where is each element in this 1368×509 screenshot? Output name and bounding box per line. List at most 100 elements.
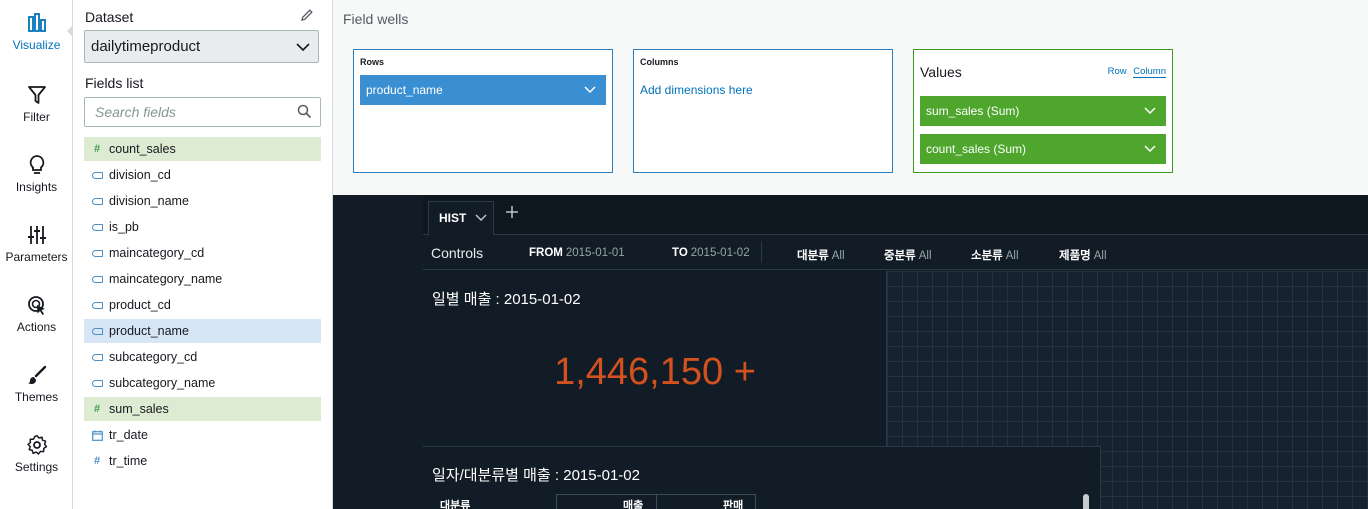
field-name: tr_date [109, 428, 148, 442]
table-title: 일자/대분류별 매출 : 2015-01-02 [432, 467, 640, 484]
control-from[interactable]: FROM 2015-01-01 [529, 247, 625, 259]
brush-icon [27, 365, 46, 384]
table-scrollbar[interactable] [1083, 494, 1089, 509]
field-item-maincategory-cd[interactable]: maincategory_cd [84, 241, 321, 265]
control-value: All [918, 250, 932, 262]
add-sheet-icon[interactable] [505, 205, 519, 219]
columns-well[interactable]: Columns Add dimensions here [633, 49, 893, 173]
rail-settings[interactable]: Settings [0, 434, 73, 474]
rail-item-label: Settings [14, 460, 59, 474]
sheet-tab-label: HIST [439, 211, 467, 225]
values-field-pill[interactable]: count_sales (Sum) [920, 134, 1166, 164]
measure-hash-icon: # [93, 403, 101, 415]
sheet-tab-hist[interactable]: HIST [428, 201, 494, 235]
field-item-subcategory-cd[interactable]: subcategory_cd [84, 345, 321, 369]
chevron-down-icon[interactable] [584, 85, 596, 95]
dataset-value: dailytimeproduct [91, 38, 201, 55]
left-nav-rail: Visualize Filter Insights Parameters Act… [0, 0, 74, 509]
values-well[interactable]: Values Row Column sum_sales (Sum) count_… [913, 49, 1173, 173]
dimension-tag-icon [90, 345, 104, 369]
control-to[interactable]: TO 2015-01-02 [672, 247, 750, 259]
rows-field-name: product_name [366, 83, 443, 97]
dimension-tag-icon [90, 241, 104, 265]
row-column-toggle: Row Column [1108, 66, 1166, 78]
field-name: subcategory_name [109, 376, 216, 390]
rows-field-pill[interactable]: product_name [360, 75, 606, 105]
field-name: tr_time [109, 454, 148, 468]
field-item-maincategory-name[interactable]: maincategory_name [84, 267, 321, 291]
table-visual[interactable]: 일자/대분류별 매출 : 2015-01-02 대분류 매출 판매 [423, 446, 1101, 509]
rail-themes[interactable]: Themes [0, 364, 73, 404]
chevron-down-icon[interactable] [1144, 106, 1156, 116]
search-icon[interactable] [297, 104, 312, 119]
control-maincategory[interactable]: 대분류 All [797, 247, 845, 263]
control-label: 소분류 [971, 250, 1003, 262]
field-item-count-sales[interactable]: # count_sales [84, 137, 321, 161]
control-value: All [831, 250, 845, 262]
dataset-select[interactable]: dailytimeproduct [84, 30, 319, 63]
rail-item-label: Parameters [5, 250, 68, 264]
control-label: 중분류 [884, 250, 916, 262]
rail-visualize[interactable]: Visualize [0, 12, 74, 52]
rail-item-label: Themes [14, 390, 59, 404]
calendar-icon [90, 423, 104, 447]
control-label: FROM [529, 247, 563, 259]
dashboard-canvas: HIST Controls FROM 2015-01-01 TO 2015-01-0… [333, 195, 1368, 509]
field-name: division_name [109, 194, 189, 208]
kpi-visual[interactable]: 일별 매출 : 2015-01-02 1,446,150 + [423, 271, 887, 446]
rail-parameters[interactable]: Parameters [0, 224, 73, 264]
field-item-tr-date[interactable]: tr_date [84, 423, 321, 447]
field-name: product_name [109, 324, 189, 338]
field-item-subcategory-name[interactable]: subcategory_name [84, 371, 321, 395]
cursor-click-icon [27, 296, 45, 315]
field-item-division-name[interactable]: division_name [84, 189, 321, 213]
values-field-name: sum_sales (Sum) [926, 104, 1020, 118]
row-toggle[interactable]: Row [1108, 66, 1127, 77]
rail-actions[interactable]: Actions [0, 294, 73, 334]
search-input[interactable] [85, 98, 275, 126]
table-header-count[interactable]: 판매 [723, 497, 743, 509]
kpi-value-row: 1,446,150 + [423, 351, 887, 394]
table-header-sales[interactable]: 매출 [623, 497, 643, 509]
column-toggle[interactable]: Column [1133, 66, 1166, 78]
sliders-icon [27, 226, 46, 244]
table-header-maincategory[interactable]: 대분류 [440, 497, 470, 509]
control-midcategory[interactable]: 중분류 All [884, 247, 932, 263]
field-name: maincategory_name [109, 272, 223, 286]
add-dimensions-link[interactable]: Add dimensions here [640, 83, 753, 97]
chevron-down-icon[interactable] [475, 214, 487, 222]
chevron-down-icon[interactable] [1144, 144, 1156, 154]
kpi-value: 1,446,150 [554, 351, 724, 393]
measure-hash-icon: # [93, 143, 101, 155]
gear-icon [26, 435, 47, 455]
field-item-tr-time[interactable]: # tr_time [84, 449, 321, 473]
control-subcategory[interactable]: 소분류 All [971, 247, 1019, 263]
search-box [84, 97, 321, 127]
columns-well-label: Columns [640, 57, 679, 67]
field-wells-title: Field wells [343, 11, 409, 27]
control-product-name[interactable]: 제품명 All [1059, 247, 1107, 263]
control-label: 제품명 [1059, 250, 1091, 262]
rail-filter[interactable]: Filter [0, 84, 73, 124]
field-item-product-cd[interactable]: product_cd [84, 293, 321, 317]
field-name: count_sales [109, 142, 176, 156]
values-field-name: count_sales (Sum) [926, 142, 1027, 156]
bar-chart-icon [27, 13, 46, 32]
field-item-product-name[interactable]: product_name [84, 319, 321, 343]
field-item-division-cd[interactable]: division_cd [84, 163, 321, 187]
field-name: maincategory_cd [109, 246, 205, 260]
dimension-tag-icon [90, 189, 104, 213]
rail-insights[interactable]: Insights [0, 154, 73, 194]
controls-bar: Controls FROM 2015-01-01 TO 2015-01-02 대분류… [423, 235, 1368, 270]
rows-well[interactable]: Rows product_name [353, 49, 613, 173]
divider [761, 241, 762, 263]
dimension-tag-icon [90, 215, 104, 239]
field-item-is-pb[interactable]: is_pb [84, 215, 321, 239]
field-item-sum-sales[interactable]: # sum_sales [84, 397, 321, 421]
values-field-pill[interactable]: sum_sales (Sum) [920, 96, 1166, 126]
measure-hash-icon: # [93, 455, 101, 467]
field-name: sum_sales [109, 402, 169, 416]
pencil-icon[interactable] [300, 8, 314, 22]
controls-title: Controls [431, 245, 484, 261]
control-value: All [1005, 250, 1019, 262]
